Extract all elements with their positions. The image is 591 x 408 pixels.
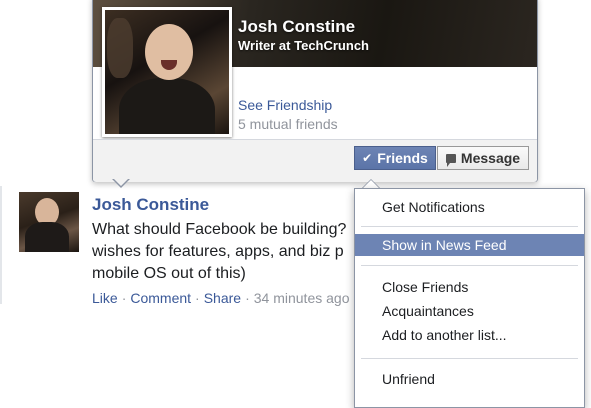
menu-item-add-to-another-list[interactable]: Add to another list... <box>355 324 584 346</box>
hovercard-pointer <box>112 178 130 188</box>
friends-button-label: Friends <box>377 150 428 166</box>
separator-dot: · <box>121 290 127 306</box>
story-author-avatar[interactable] <box>19 192 79 252</box>
separator-dot: · <box>195 290 200 306</box>
friends-dropdown-menu: Get Notifications Show in News Feed Clos… <box>354 188 585 408</box>
menu-divider <box>361 226 578 227</box>
like-link[interactable]: Like <box>92 290 118 306</box>
story-author-name[interactable]: Josh Constine <box>92 195 209 215</box>
menu-item-acquaintances[interactable]: Acquaintances <box>355 300 584 322</box>
feed-left-border <box>0 186 2 304</box>
menu-pointer <box>362 179 380 188</box>
hovercard-footer: ✔ Friends Message <box>93 139 537 182</box>
mutual-friends-count[interactable]: 5 mutual friends <box>238 116 338 132</box>
friends-button[interactable]: ✔ Friends <box>354 146 436 170</box>
profile-hovercard: Josh Constine Writer at TechCrunch See F… <box>92 0 538 182</box>
share-link[interactable]: Share <box>204 290 241 306</box>
speech-bubble-icon <box>445 153 456 167</box>
see-friendship-link[interactable]: See Friendship <box>238 97 332 113</box>
menu-divider <box>361 265 578 266</box>
menu-item-unfriend[interactable]: Unfriend <box>355 368 584 390</box>
photo-background-person <box>107 18 133 78</box>
story-timestamp[interactable]: 34 minutes ago <box>254 290 350 306</box>
hovercard-subtitle: Writer at TechCrunch <box>238 38 369 53</box>
menu-item-show-in-news-feed[interactable]: Show in News Feed <box>355 234 584 256</box>
hovercard-name[interactable]: Josh Constine <box>238 17 355 37</box>
separator-dot: · <box>245 290 250 306</box>
photo-face <box>145 24 193 80</box>
message-button-label: Message <box>460 150 521 166</box>
story-actions: Like · Comment · Share · 34 minutes ago <box>92 290 349 306</box>
menu-item-close-friends[interactable]: Close Friends <box>355 276 584 298</box>
message-button[interactable]: Message <box>437 146 529 170</box>
menu-divider <box>361 358 578 359</box>
photo-body <box>119 78 215 134</box>
profile-photo[interactable] <box>102 7 232 137</box>
story-text: What should Facebook be building? wishes… <box>92 221 347 282</box>
check-icon: ✔ <box>362 151 373 165</box>
avatar-body <box>25 222 69 252</box>
comment-link[interactable]: Comment <box>130 290 191 306</box>
menu-item-get-notifications[interactable]: Get Notifications <box>355 196 584 218</box>
